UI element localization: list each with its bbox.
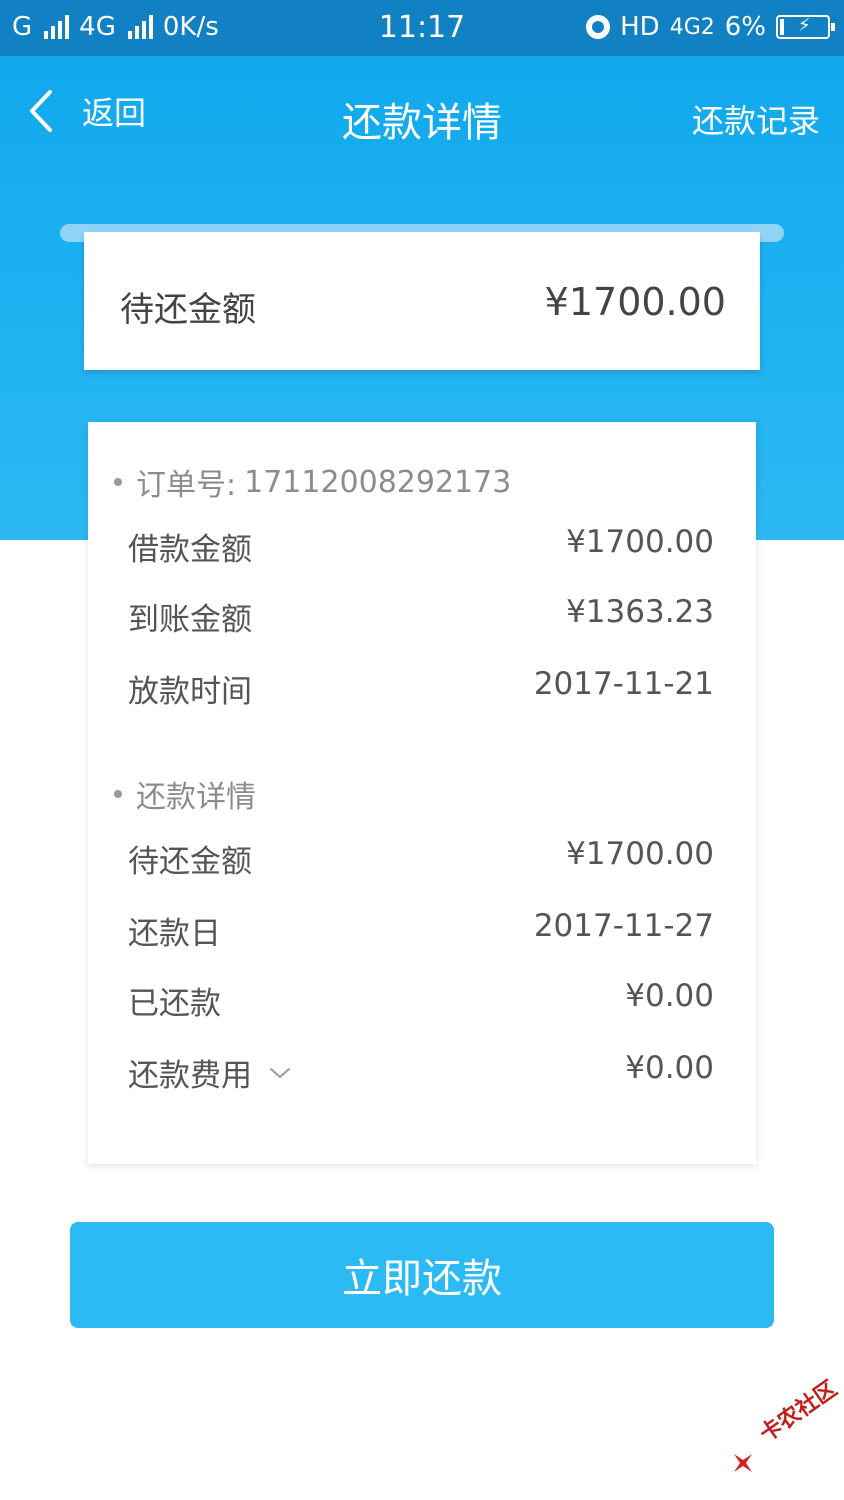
amount-due-label: 待还金额 [120,290,256,330]
row-label: 已还款 [128,986,221,1022]
status-bar: G 4G 0K/s 11:17 HD 4G2 6% ⚡ [0,0,844,56]
detail-card: 订单号: 17112008292173 借款金额 ¥1700.00 到账金额 ¥… [88,422,756,1164]
detail-row: 放款时间 2017-11-21 [128,666,714,716]
row-label: 放款时间 [128,674,252,710]
bullet-icon [114,478,122,486]
repay-section-title: 还款详情 [136,780,256,815]
row-value: 2017-11-27 [533,908,714,944]
fee-toggle[interactable]: 还款费用 [128,1050,292,1095]
network-type: 4G2 [669,14,715,40]
row-value: ¥1700.00 [566,836,714,872]
detail-row: 待还金额 ¥1700.00 [128,836,714,886]
order-section-header: 订单号: 17112008292173 [114,460,511,504]
page: G 4G 0K/s 11:17 HD 4G2 6% ⚡ 返回 还款详情 还款记录… [0,0,844,1500]
detail-row: 借款金额 ¥1700.00 [128,524,714,574]
fee-row[interactable]: 还款费用 ¥0.00 [128,1050,714,1100]
alarm-icon [586,15,611,39]
row-label: 借款金额 [128,532,252,568]
bullet-icon [114,790,122,798]
hd-label: HD [620,12,660,42]
row-label: 待还金额 [128,844,252,880]
battery-percent: 6% [724,12,766,42]
row-value: 2017-11-21 [533,666,714,702]
watermark-text: 卡农社区 [755,1376,842,1448]
watermark: 卡农社区 [732,1376,842,1482]
amount-due-card: 待还金额 ¥1700.00 [84,232,760,370]
battery-icon: ⚡ [776,15,835,39]
row-value: ¥1363.23 [566,594,714,630]
row-value: ¥0.00 [625,978,714,1014]
status-right: HD 4G2 6% ⚡ [586,12,835,42]
repay-section-header: 还款详情 [114,772,256,816]
chevron-down-icon [270,1067,290,1078]
row-label: 还款日 [128,916,221,952]
watermark-logo-icon [734,1454,752,1472]
row-value: ¥0.00 [625,1050,714,1086]
row-label: 还款费用 [128,1058,252,1094]
detail-row: 到账金额 ¥1363.23 [128,594,714,644]
detail-row: 已还款 ¥0.00 [128,978,714,1028]
row-value: ¥1700.00 [566,524,714,560]
detail-row: 还款日 2017-11-27 [128,908,714,958]
order-number-value: 17112008292173 [244,464,512,500]
order-number-label: 订单号: [136,468,237,503]
row-label: 到账金额 [128,602,252,638]
repayment-records-link[interactable]: 还款记录 [692,96,820,142]
amount-due-value: ¥1700.00 [544,280,726,324]
nav-bar: 返回 还款详情 还款记录 [0,56,844,176]
repay-now-button[interactable]: 立即还款 [70,1222,774,1328]
